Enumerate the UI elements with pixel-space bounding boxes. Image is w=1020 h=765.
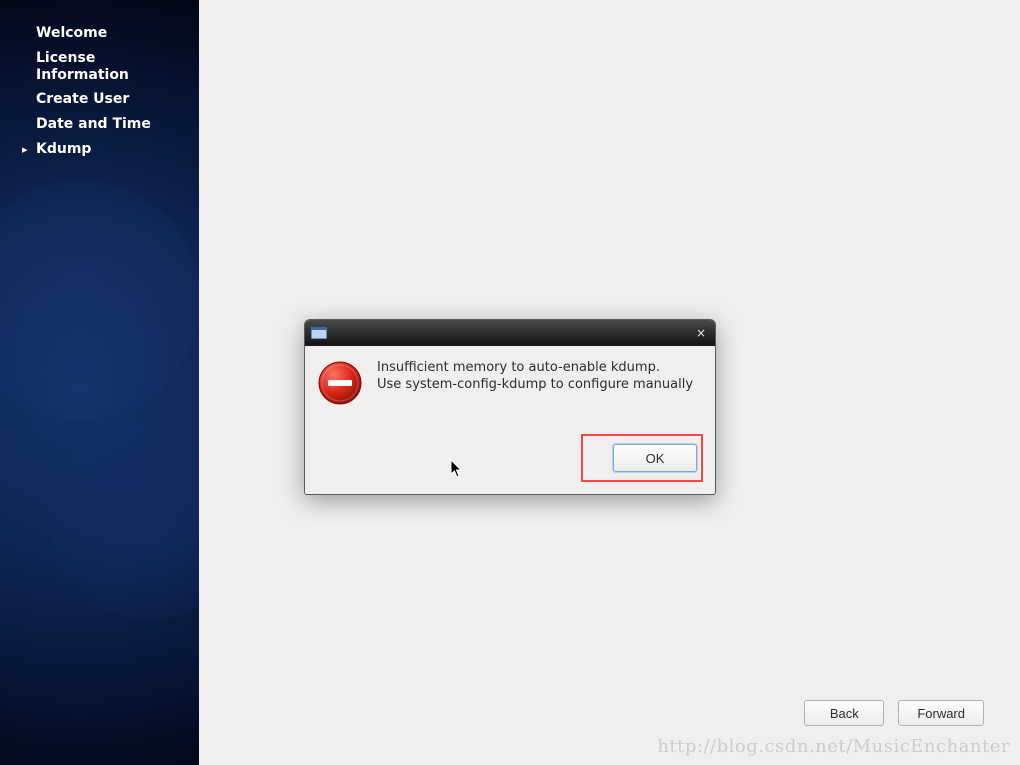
button-bar: Back Forward [804,700,984,726]
dialog-titlebar[interactable]: × [305,320,715,346]
sidebar-item-label: Welcome [36,25,107,42]
sidebar-item-license[interactable]: License Information [36,50,199,84]
sidebar: Welcome License Information Create User … [0,0,199,765]
sidebar-item-label: License Information [36,50,176,84]
sidebar-item-create-user[interactable]: Create User [36,91,199,108]
dialog-button-row: OK [317,434,703,482]
ok-button[interactable]: OK [613,444,697,472]
sidebar-item-label: Date and Time [36,116,151,133]
dialog-message-row: Insufficient memory to auto-enable kdump… [317,360,703,406]
close-icon[interactable]: × [693,325,709,341]
window-icon [311,326,327,340]
error-icon [317,360,363,406]
sidebar-item-date-time[interactable]: Date and Time [36,116,199,133]
error-dialog: × Insufficient m [304,319,716,495]
sidebar-item-kdump[interactable]: Kdump [36,141,199,158]
dialog-text: Insufficient memory to auto-enable kdump… [377,360,693,394]
dialog-message-line2: Use system-config-kdump to configure man… [377,377,693,394]
forward-button[interactable]: Forward [898,700,984,726]
dialog-body: Insufficient memory to auto-enable kdump… [305,346,715,494]
back-button[interactable]: Back [804,700,884,726]
ok-highlight-box: OK [581,434,703,482]
dialog-message-line1: Insufficient memory to auto-enable kdump… [377,360,693,377]
sidebar-item-welcome[interactable]: Welcome [36,25,199,42]
sidebar-item-label: Kdump [36,141,91,158]
watermark-text: http://blog.csdn.net/MusicEnchanter [657,736,1010,757]
sidebar-item-label: Create User [36,91,129,108]
sidebar-items: Welcome License Information Create User … [0,0,199,158]
